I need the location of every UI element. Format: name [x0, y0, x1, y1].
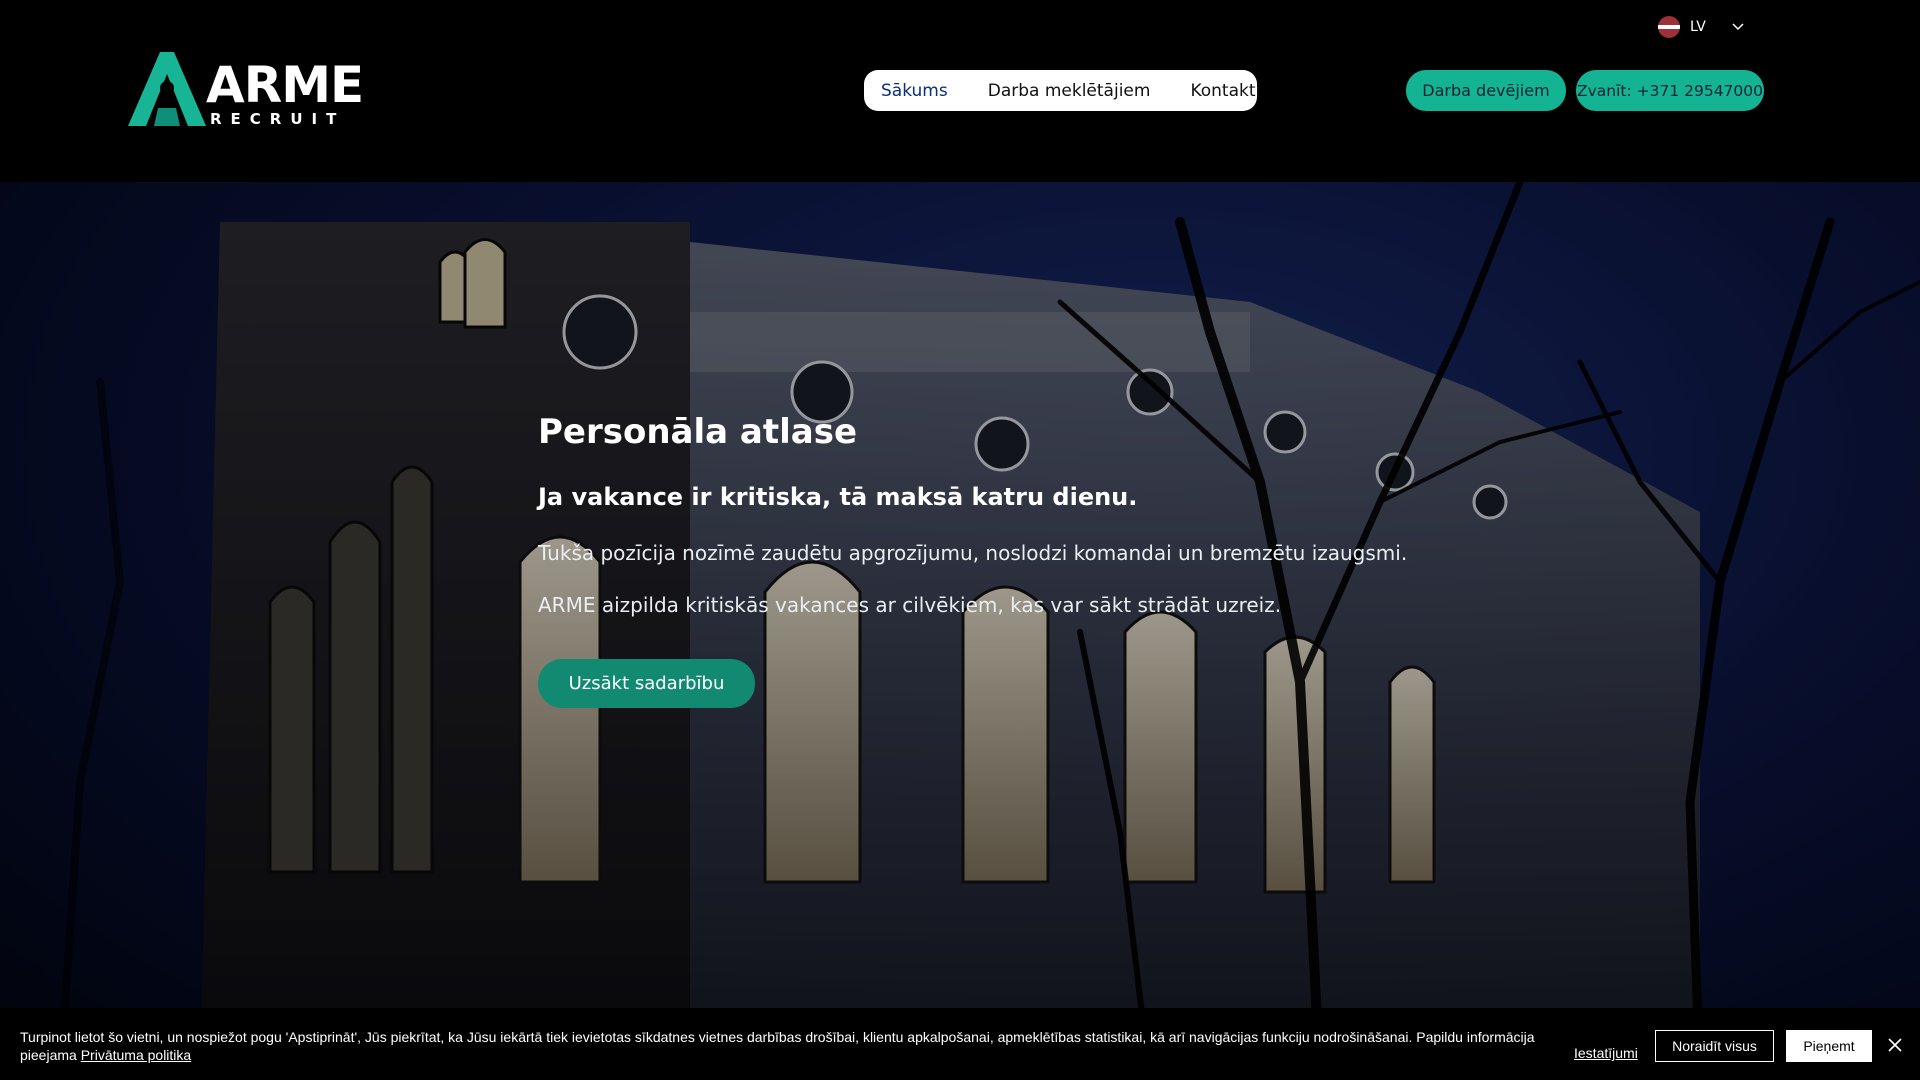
call-button[interactable]: Zvanīt: +371 29547000	[1576, 70, 1764, 111]
cookie-text: Turpinot lietot šo vietni, un nospiežot …	[20, 1028, 1570, 1064]
start-cooperation-button[interactable]: Uzsākt sadarbību	[538, 658, 755, 708]
logo-wordmark: ARME	[206, 56, 364, 114]
accept-button[interactable]: Pieņemt	[1786, 1030, 1872, 1062]
privacy-policy-link[interactable]: Privātuma politika	[81, 1047, 192, 1063]
cookie-bar: Turpinot lietot šo vietni, un nospiežot …	[0, 1008, 1920, 1080]
nav-item-job-seekers[interactable]: Darba meklētājiem	[988, 81, 1151, 101]
reject-all-button[interactable]: Noraidīt visus	[1655, 1030, 1774, 1062]
nav-item-contacts[interactable]: Kontakti	[1190, 81, 1260, 101]
nav-item-home[interactable]: Sākums	[881, 81, 948, 101]
cookie-message: Turpinot lietot šo vietni, un nospiežot …	[20, 1029, 1535, 1063]
logo-a-mark-icon	[128, 52, 206, 126]
hero-subtitle: Ja vakance ir kritiska, tā maksā katru d…	[538, 482, 1138, 511]
hero-paragraph-2: ARME aizpilda kritiskās vakances ar cilv…	[538, 592, 1282, 617]
chevron-down-icon	[1732, 23, 1744, 31]
language-selector[interactable]: LV	[1658, 16, 1746, 38]
arme-logo[interactable]: ARME RECRUIT	[128, 50, 364, 132]
hero-title: Personāla atlase	[538, 412, 858, 452]
site-header: ARME RECRUIT Sākums Darba meklētājiem Ko…	[0, 0, 1920, 182]
logo-subtitle: RECRUIT	[210, 110, 346, 128]
cookie-settings-link[interactable]: Iestatījumi	[1574, 1045, 1638, 1061]
latvia-flag-icon	[1658, 16, 1680, 38]
close-icon[interactable]	[1886, 1036, 1904, 1054]
employers-button[interactable]: Darba devējiem	[1406, 70, 1566, 111]
hero-content: Personāla atlase Ja vakance ir kritiska,…	[538, 412, 1438, 708]
language-label: LV	[1690, 19, 1706, 35]
hero-section: Personāla atlase Ja vakance ir kritiska,…	[0, 182, 1920, 1080]
hero-paragraph-1: Tukša pozīcija nozīmē zaudētu apgrozījum…	[538, 540, 1408, 565]
main-nav: Sākums Darba meklētājiem Kontakti	[864, 70, 1260, 111]
